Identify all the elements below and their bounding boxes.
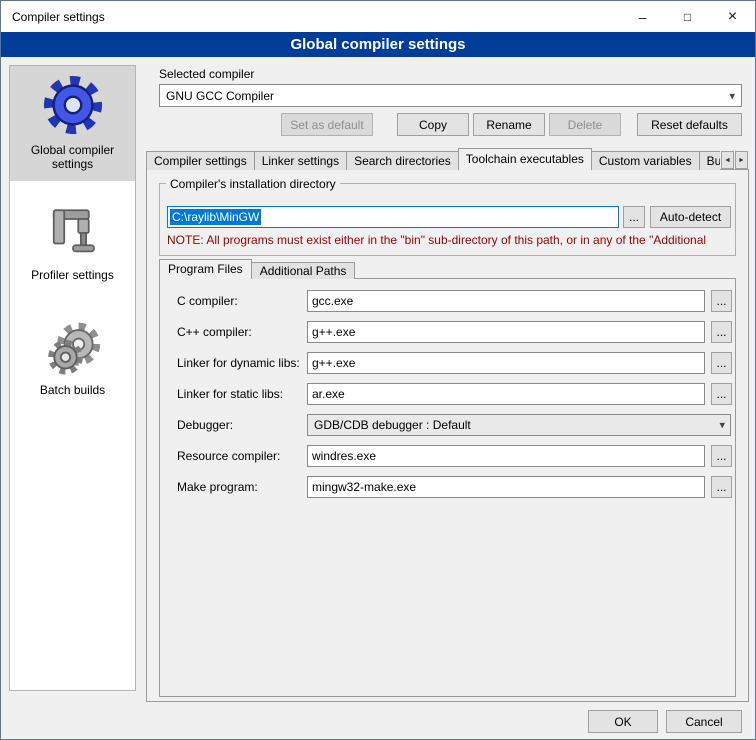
make-program-browse-button[interactable]: ... bbox=[711, 476, 732, 498]
resource-compiler-input[interactable] bbox=[307, 445, 705, 467]
toolchain-subtabbar: Program Files Additional Paths bbox=[159, 259, 354, 279]
compiler-select[interactable]: GNU GCC Compiler ▾ bbox=[159, 84, 742, 107]
resource-compiler-label: Resource compiler: bbox=[177, 449, 280, 463]
settings-category-list: Global compiler settings Profiler settin… bbox=[9, 65, 136, 691]
arrow-left-icon: ◄ bbox=[724, 157, 731, 164]
dynamic-linker-label: Linker for dynamic libs: bbox=[177, 356, 300, 370]
gear-icon bbox=[42, 74, 104, 136]
tab-build-options[interactable]: Buil bbox=[699, 151, 720, 170]
sidebar-item-label: Profiler settings bbox=[12, 268, 133, 282]
make-program-input[interactable] bbox=[307, 476, 705, 498]
tab-compiler-settings[interactable]: Compiler settings bbox=[146, 151, 255, 170]
subtab-additional-paths[interactable]: Additional Paths bbox=[251, 262, 356, 279]
arrow-right-icon: ► bbox=[738, 157, 745, 164]
rename-button[interactable]: Rename bbox=[473, 113, 545, 136]
sidebar-item-label: Global compiler settings bbox=[12, 143, 133, 171]
c-compiler-input[interactable] bbox=[307, 290, 705, 312]
titlebar: Compiler settings – □ × bbox=[1, 1, 755, 32]
sidebar-item-batch-builds[interactable]: Batch builds bbox=[10, 308, 135, 407]
compiler-select-value: GNU GCC Compiler bbox=[166, 89, 274, 103]
program-files-panel: C compiler: ... C++ compiler: ... Linker… bbox=[159, 278, 736, 697]
cpp-compiler-input[interactable] bbox=[307, 321, 705, 343]
debugger-label: Debugger: bbox=[177, 418, 233, 432]
chevron-down-icon: ▾ bbox=[719, 419, 725, 432]
copy-button[interactable]: Copy bbox=[397, 113, 469, 136]
installation-directory-group-title: Compiler's installation directory bbox=[166, 177, 340, 191]
minimize-icon: – bbox=[639, 9, 647, 25]
reset-defaults-button[interactable]: Reset defaults bbox=[637, 113, 742, 136]
dialog-header: Global compiler settings bbox=[1, 32, 755, 57]
make-program-label: Make program: bbox=[177, 480, 258, 494]
note-text: NOTE: All programs must exist either in … bbox=[167, 233, 733, 247]
auto-detect-button[interactable]: Auto-detect bbox=[650, 206, 731, 228]
tab-toolchain-executables[interactable]: Toolchain executables bbox=[458, 148, 592, 170]
cpp-compiler-browse-button[interactable]: ... bbox=[711, 321, 732, 343]
window-controls: – □ × bbox=[620, 1, 755, 32]
cancel-button[interactable]: Cancel bbox=[666, 710, 742, 733]
sidebar-item-label: Batch builds bbox=[12, 383, 133, 397]
resource-compiler-browse-button[interactable]: ... bbox=[711, 445, 732, 467]
cpp-compiler-label: C++ compiler: bbox=[177, 325, 252, 339]
close-button[interactable]: × bbox=[710, 1, 755, 32]
delete-button[interactable]: Delete bbox=[549, 113, 621, 136]
dynamic-linker-input[interactable] bbox=[307, 352, 705, 374]
minimize-button[interactable]: – bbox=[620, 1, 665, 32]
sidebar-item-global-compiler-settings[interactable]: Global compiler settings bbox=[10, 66, 135, 181]
tab-search-directories[interactable]: Search directories bbox=[346, 151, 459, 170]
ok-button[interactable]: OK bbox=[588, 710, 658, 733]
debugger-select[interactable]: GDB/CDB debugger : Default ▾ bbox=[307, 414, 731, 436]
c-compiler-label: C compiler: bbox=[177, 294, 238, 308]
selected-text: C:\raylib\MinGW bbox=[170, 209, 261, 225]
tab-scroll-right-button[interactable]: ► bbox=[735, 151, 748, 169]
chevron-down-icon: ▾ bbox=[729, 89, 735, 102]
subtab-program-files[interactable]: Program Files bbox=[159, 259, 252, 279]
static-linker-input[interactable] bbox=[307, 383, 705, 405]
static-linker-browse-button[interactable]: ... bbox=[711, 383, 732, 405]
installation-directory-browse-button[interactable]: ... bbox=[623, 206, 645, 228]
tab-linker-settings[interactable]: Linker settings bbox=[254, 151, 347, 170]
debugger-select-value: GDB/CDB debugger : Default bbox=[314, 418, 471, 432]
maximize-icon: □ bbox=[684, 10, 691, 24]
selected-compiler-label: Selected compiler bbox=[159, 67, 254, 81]
tab-scroll-left-button[interactable]: ◄ bbox=[721, 151, 734, 169]
window-title: Compiler settings bbox=[1, 10, 105, 24]
static-linker-label: Linker for static libs: bbox=[177, 387, 283, 401]
tab-custom-variables[interactable]: Custom variables bbox=[591, 151, 700, 170]
gears-icon bbox=[43, 316, 103, 376]
maximize-button[interactable]: □ bbox=[665, 1, 710, 32]
dynamic-linker-browse-button[interactable]: ... bbox=[711, 352, 732, 374]
sidebar-item-profiler-settings[interactable]: Profiler settings bbox=[10, 197, 135, 292]
settings-tabbar: Compiler settings Linker settings Search… bbox=[146, 148, 720, 170]
close-icon: × bbox=[728, 8, 737, 26]
c-compiler-browse-button[interactable]: ... bbox=[711, 290, 732, 312]
compiler-settings-window: Compiler settings – □ × Global compiler … bbox=[0, 0, 756, 740]
profiler-tool-icon bbox=[45, 205, 101, 261]
installation-directory-input[interactable]: C:\raylib\MinGW bbox=[167, 206, 619, 228]
set-as-default-button[interactable]: Set as default bbox=[281, 113, 373, 136]
